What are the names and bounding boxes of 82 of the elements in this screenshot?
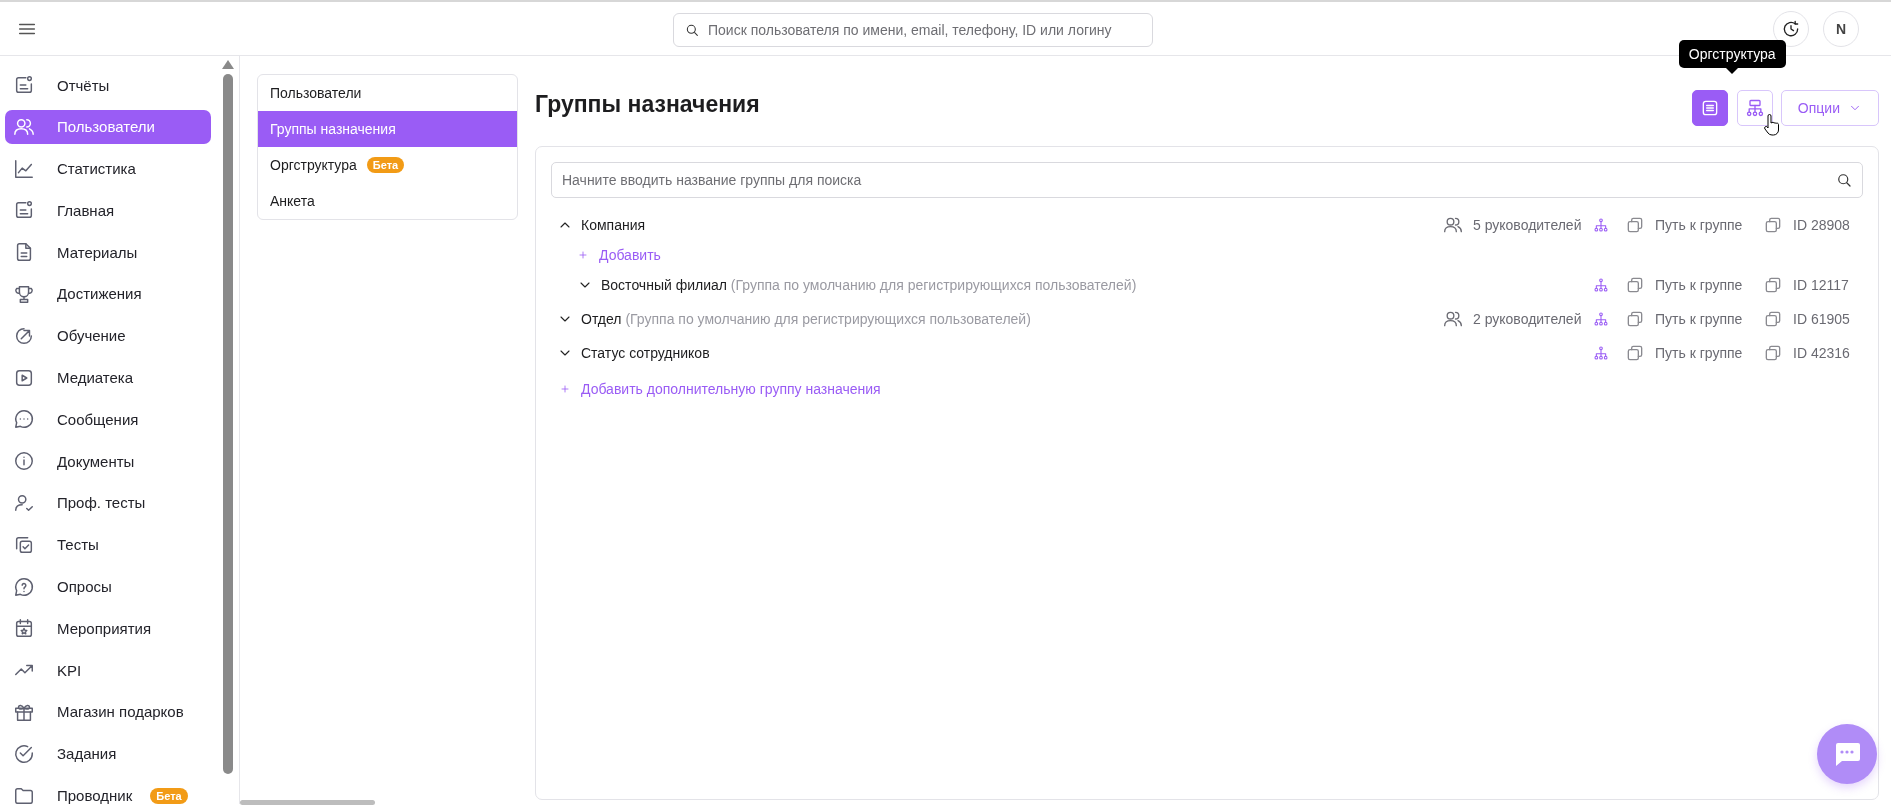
user-search-field[interactable]: Поиск пользователя по имени, email, телефону, ID или логину (673, 13, 1153, 47)
search-icon (684, 22, 700, 38)
add-group-link[interactable]: Добавить дополнительную группу назначения (551, 370, 1863, 408)
group-id: ID 42316 (1793, 345, 1850, 361)
plus-icon (559, 383, 571, 395)
sidebar-item[interactable]: Документы (5, 444, 211, 479)
search-icon (1835, 171, 1853, 189)
horizontal-scrollbar[interactable] (240, 800, 375, 805)
copy-icon (1763, 215, 1783, 235)
sidebar-item[interactable]: Главная (5, 193, 211, 228)
chat-icon (13, 408, 35, 431)
section-menu-item[interactable]: Группы назначения (258, 111, 517, 147)
scrollbar-thumb[interactable] (223, 74, 233, 774)
question-icon (13, 575, 35, 598)
options-button[interactable]: Опции (1780, 90, 1879, 126)
tooltip: Оргструктура (1678, 40, 1786, 74)
section-menu-item[interactable]: Анкета (258, 183, 517, 219)
beta-badge: Бета (366, 157, 405, 173)
group-search-field[interactable]: Начните вводить название группы для поиска (551, 162, 1863, 198)
hierarchy-icon (1593, 217, 1609, 233)
group-path-link[interactable]: Путь к группе (1655, 277, 1743, 293)
sidebar-item[interactable]: Задания (5, 736, 211, 771)
sidebar-item[interactable]: Материалы (5, 235, 211, 270)
sidebar-item[interactable]: Отчёты (5, 68, 211, 102)
users-icon (1443, 215, 1463, 235)
clock-icon (1781, 18, 1801, 39)
org-view-button[interactable] (1736, 90, 1773, 126)
page-title: Группы назначения (535, 90, 760, 118)
hierarchy-icon (1593, 311, 1609, 327)
report-icon (13, 74, 35, 96)
managers-count: 2 руководителей (1473, 311, 1582, 327)
copy-icon (1763, 275, 1783, 295)
sidebar-item[interactable]: Опросы (5, 569, 211, 604)
section-menu-item[interactable]: Оргструктура Бета (258, 147, 517, 183)
sidebar-item[interactable]: Статистика (5, 151, 211, 186)
sidebar-item[interactable]: Проф. тесты (5, 485, 211, 520)
section-menu-item[interactable]: Пользователи (258, 75, 517, 111)
trophy-icon (13, 283, 35, 305)
hand-cursor-icon (1763, 114, 1780, 136)
copy-icon (1625, 343, 1645, 363)
group-path-link[interactable]: Путь к группе (1655, 345, 1743, 361)
chart-icon (13, 157, 35, 180)
sidebar-item[interactable]: Сообщения (5, 402, 211, 437)
group-path-link[interactable]: Путь к группе (1655, 311, 1743, 327)
copy-icon (1763, 343, 1783, 363)
hierarchy-icon (1593, 345, 1609, 361)
group-id: ID 28908 (1793, 217, 1850, 233)
group-name[interactable]: Статус сотрудников (581, 345, 710, 361)
group-name[interactable]: Компания (581, 217, 646, 233)
list-view-button[interactable] (1691, 90, 1728, 126)
chat-button[interactable] (1817, 724, 1877, 784)
info-icon (13, 450, 35, 473)
add-subgroup-link[interactable]: Добавить (551, 242, 1863, 268)
sidebar-item[interactable]: Магазин подарков (5, 694, 211, 729)
check-circle-icon (13, 742, 35, 765)
copy-icon (1625, 215, 1645, 235)
copy-icon (1625, 275, 1645, 295)
users-icon (1443, 309, 1463, 329)
hierarchy-icon (1593, 277, 1609, 293)
sidebar-item[interactable]: Медиатека (5, 360, 211, 395)
hierarchy-icon (1744, 98, 1765, 118)
sidebar-item[interactable]: Обучение (5, 318, 211, 353)
copy-icon (1763, 309, 1783, 329)
group-name[interactable]: Восточный филиал (Группа по умолчанию для регистрирующихся пользователей) (601, 277, 1137, 293)
group-id: ID 12117 (1793, 277, 1849, 293)
group-id: ID 61905 (1793, 311, 1850, 327)
plus-icon (577, 249, 589, 261)
sidebar-item[interactable]: Мероприятия (5, 611, 211, 646)
beta-badge: Бета (150, 787, 188, 804)
sidebar-item[interactable]: Достижения (5, 277, 211, 311)
sidebar-item[interactable]: KPI (5, 653, 211, 688)
sidebar-item[interactable]: Проводник Бета (5, 778, 211, 804)
chat-icon (1833, 741, 1861, 767)
managers-count: 5 руководителей (1473, 217, 1582, 233)
user-avatar[interactable]: N (1823, 10, 1859, 47)
group-path-link[interactable]: Путь к группе (1655, 217, 1743, 233)
group-name[interactable]: Отдел (Группа по умолчанию для регистрирующихся пользователей) (581, 311, 1031, 327)
copy-icon (1625, 309, 1645, 329)
sidebar-item[interactable]: Пользователи (5, 109, 211, 144)
calendar-icon (13, 617, 35, 640)
sidebar-item[interactable]: Тесты (5, 527, 211, 562)
history-button[interactable] (1773, 10, 1809, 47)
